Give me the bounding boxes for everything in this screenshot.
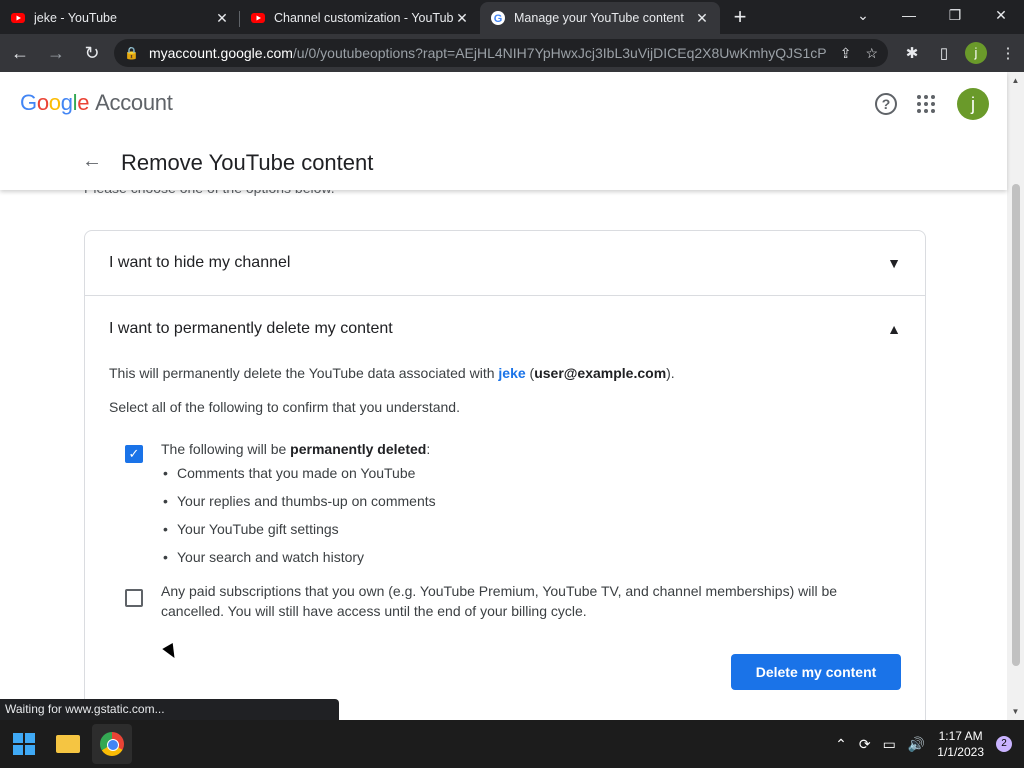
account-email: user@example.com: [534, 365, 667, 381]
list-item: Comments that you made on YouTube: [161, 459, 901, 487]
side-panel-icon[interactable]: ▯: [928, 44, 960, 62]
url-text: myaccount.google.com/u/0/youtubeoptions?…: [149, 45, 826, 61]
accordion-title: I want to hide my channel: [109, 254, 291, 271]
close-window-button[interactable]: ✕: [978, 0, 1024, 30]
close-tab-icon[interactable]: ✕: [454, 10, 470, 27]
list-item: Your YouTube gift settings: [161, 515, 901, 543]
toolbar-actions: ✱ ▯ j ⋮: [896, 42, 1024, 64]
close-tab-icon[interactable]: ✕: [214, 10, 230, 27]
accordion-delete-content[interactable]: I want to permanently delete my content …: [85, 296, 925, 361]
windows-logo-icon: [13, 733, 35, 755]
extensions-icon[interactable]: ✱: [896, 44, 928, 62]
logo-account: Account: [95, 90, 173, 115]
window-controls: ⌄ — ❐ ✕: [840, 0, 1024, 30]
accordion-title: I want to permanently delete my content: [109, 319, 393, 337]
taskbar-clock[interactable]: 1:17 AM 1/1/2023: [937, 728, 984, 760]
chrome-taskbar-button[interactable]: [92, 724, 132, 764]
network-icon[interactable]: ▭: [883, 736, 896, 753]
tab-jeke[interactable]: jeke - YouTube ✕: [0, 2, 240, 34]
scroll-up-icon[interactable]: ▲: [1007, 72, 1024, 89]
system-tray: ⌃ ⟳ ▭ 🔊 1:17 AM 1/1/2023 2: [835, 720, 1024, 768]
list-item: Your replies and thumbs-up on comments: [161, 487, 901, 515]
volume-icon[interactable]: 🔊: [908, 736, 925, 753]
youtube-icon: [11, 13, 25, 23]
windows-taskbar: ⌃ ⟳ ▭ 🔊 1:17 AM 1/1/2023 2: [0, 720, 1024, 768]
chevron-down-icon: ▼: [887, 255, 901, 271]
show-hidden-icons-icon[interactable]: ⌃: [835, 736, 847, 753]
page-title: Remove YouTube content: [121, 150, 374, 175]
tab-manage-youtube-content[interactable]: G Manage your YouTube content ✕: [480, 2, 720, 34]
options-card: I want to hide my channel ▼ I want to pe…: [84, 230, 926, 720]
bookmark-star-icon[interactable]: ☆: [865, 45, 878, 62]
profile-avatar[interactable]: j: [965, 42, 987, 64]
account-header: Google Account ? j ← Remove YouTube conte…: [0, 72, 1007, 190]
forward-button[interactable]: →: [40, 37, 72, 69]
notification-badge[interactable]: 2: [996, 736, 1012, 752]
tab-strip: jeke - YouTube ✕ Channel customization -…: [0, 0, 1024, 34]
tab-title: Channel customization - YouTube: [274, 11, 454, 25]
google-icon: G: [491, 11, 505, 25]
accordion-hide-channel[interactable]: I want to hide my channel ▼: [85, 231, 925, 296]
youtube-icon: [251, 13, 265, 23]
deletion-lead: The following will be permanently delete…: [161, 441, 431, 457]
confirm-prompt: Select all of the following to confirm t…: [109, 399, 460, 415]
account-avatar[interactable]: j: [957, 88, 989, 120]
association-text: This will permanently delete the YouTube…: [109, 365, 675, 381]
confirm-subscriptions-checkbox[interactable]: [125, 589, 143, 607]
tab-title: jeke - YouTube: [34, 11, 117, 25]
url-path: /u/0/youtubeoptions?rapt=AEjHL4NIH7YpHwx…: [292, 45, 826, 61]
header-icons: ? j: [875, 88, 989, 120]
start-button[interactable]: [4, 724, 44, 764]
minimize-button[interactable]: —: [886, 0, 932, 30]
scrollbar-thumb[interactable]: [1012, 184, 1020, 666]
clock-time: 1:17 AM: [938, 729, 983, 743]
clock-date: 1/1/2023: [937, 745, 984, 759]
delete-my-content-button[interactable]: Delete my content: [731, 654, 901, 690]
svg-text:G: G: [494, 13, 503, 25]
tab-channel-customization[interactable]: Channel customization - YouTube ✕: [240, 2, 480, 34]
page-content: Google Account ? j ← Remove YouTube conte…: [0, 72, 1024, 720]
url-host: myaccount.google.com: [148, 45, 293, 61]
channel-link[interactable]: jeke: [498, 365, 525, 381]
sync-icon[interactable]: ⟳: [859, 736, 871, 753]
close-tab-icon[interactable]: ✕: [694, 10, 710, 27]
menu-icon[interactable]: ⋮: [992, 44, 1024, 62]
page-scrollbar[interactable]: ▲ ▼: [1007, 72, 1024, 720]
folder-icon: [56, 735, 80, 753]
chrome-icon: [100, 732, 124, 756]
share-icon[interactable]: ⇪: [840, 45, 852, 62]
back-button[interactable]: ←: [4, 37, 36, 69]
back-arrow-icon[interactable]: ←: [82, 150, 102, 173]
google-account-logo[interactable]: Google Account: [20, 90, 173, 116]
lock-icon[interactable]: 🔒: [124, 46, 139, 60]
confirm-deletion-option: ✓ The following will be permanently dele…: [109, 439, 901, 571]
confirm-deletion-checkbox[interactable]: ✓: [125, 445, 143, 463]
status-bubble: Waiting for www.gstatic.com...: [0, 699, 339, 720]
browser-toolbar: ← → ↻ 🔒 myaccount.google.com/u/0/youtube…: [0, 34, 1024, 72]
tab-title: Manage your YouTube content: [514, 11, 684, 25]
delete-content-body: This will permanently delete the YouTube…: [85, 365, 925, 621]
tab-search-icon[interactable]: ⌄: [840, 0, 886, 30]
new-tab-button[interactable]: +: [726, 4, 754, 32]
restore-button[interactable]: ❐: [932, 0, 978, 30]
help-icon[interactable]: ?: [875, 93, 897, 115]
list-item: Your search and watch history: [161, 543, 901, 571]
chevron-up-icon: ▲: [887, 320, 901, 337]
logo-google: Google: [20, 90, 90, 115]
file-explorer-button[interactable]: [48, 724, 88, 764]
subscriptions-text: Any paid subscriptions that you own (e.g…: [161, 583, 838, 619]
address-bar[interactable]: 🔒 myaccount.google.com/u/0/youtubeoption…: [114, 39, 888, 67]
apps-grid-icon[interactable]: [917, 95, 935, 113]
reload-button[interactable]: ↻: [76, 37, 108, 69]
scroll-down-icon[interactable]: ▼: [1007, 703, 1024, 720]
deleted-items-list: Comments that you made on YouTube Your r…: [161, 459, 901, 571]
confirm-subscriptions-option: Any paid subscriptions that you own (e.g…: [109, 581, 901, 621]
